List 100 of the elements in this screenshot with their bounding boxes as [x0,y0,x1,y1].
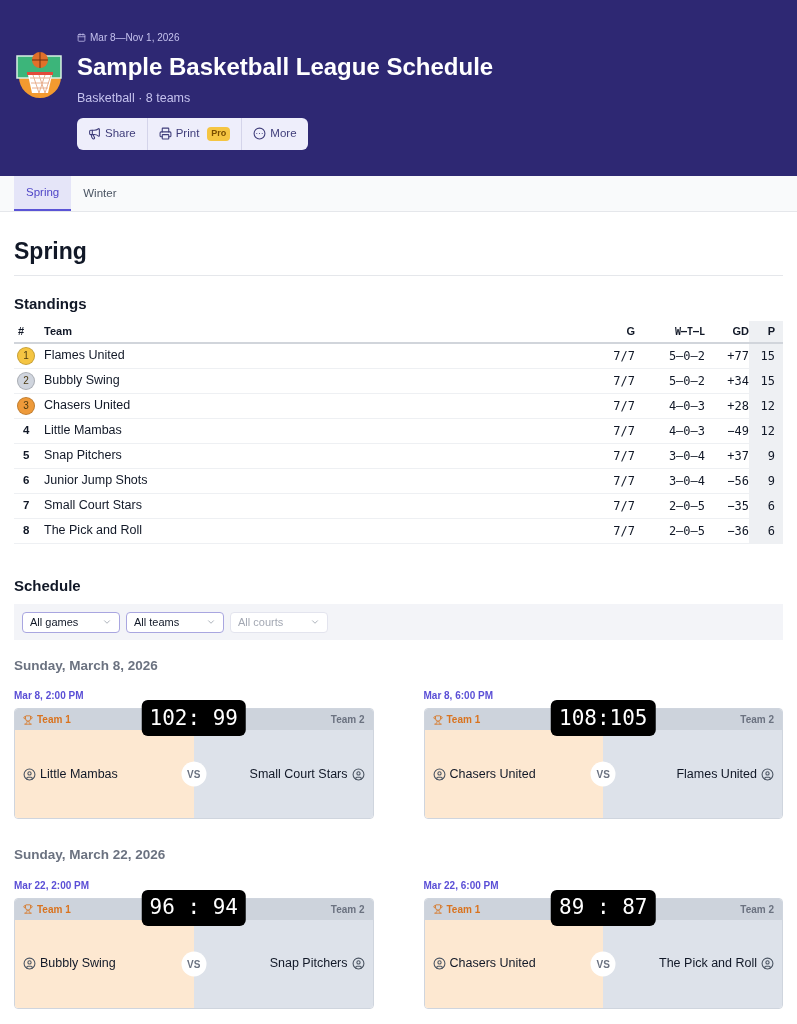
score: 96 : 94 [141,889,246,926]
table-cell: 7/7 [595,493,635,518]
column-header: G [595,321,635,343]
season-heading: Spring [14,234,783,276]
column-header: P [749,321,783,343]
trophy-icon [23,714,33,725]
team-label: Team 1 [432,901,481,917]
points-cell: 12 [749,393,783,418]
megaphone-icon [88,127,101,141]
table-cell: +28 [705,393,749,418]
rank-medal: 3 [17,396,35,415]
table-cell: −56 [705,468,749,493]
page-title: Sample Basketball League Schedule [77,52,494,82]
action-button[interactable]: More [242,117,308,150]
table-cell: 3–0–4 [635,468,705,493]
rank-medal: 2 [17,371,35,390]
team-name: Chasers United [44,393,595,418]
trophy-icon [23,904,33,914]
team-name: Little Mambas [40,765,118,783]
trophy-icon [432,904,443,914]
date-heading: Sunday, March 8, 2026 [14,657,159,675]
team-label: Team 1 [23,712,71,728]
score: 108:105 [551,700,656,737]
team-label: Team 1 [23,901,71,917]
user-icon [351,957,365,970]
user-icon [761,767,774,781]
rank: 6 [22,474,30,487]
team-name: Snap Pitchers [269,955,348,973]
user-icon [23,767,36,781]
score: 89 : 87 [551,889,656,926]
chevron-down-icon [206,617,216,627]
table-cell: 2–0–5 [635,518,705,543]
subtitle: Basketball · 8 teams [77,90,192,107]
team-label: Team 1 [432,712,481,728]
date-range: Mar 8—Nov 1, 2026 [77,30,494,45]
game-time: Mar 8, 2:00 PM [14,689,85,704]
table-cell: 7/7 [595,443,635,468]
table-cell: 7/7 [595,368,635,393]
filter-dropdown[interactable]: All teams [126,611,224,633]
rank: 7 [22,499,30,512]
table-cell: 5–0–2 [635,343,705,368]
user-icon [23,957,36,970]
team-name: Flames United [44,343,595,368]
team-label: Team 2 [740,902,774,917]
team-name: Chasers United [449,955,536,973]
rank-medal: 1 [17,346,35,365]
column-header: GD [705,321,749,343]
points-cell: 15 [749,368,783,393]
date-heading: Sunday, March 22, 2026 [14,846,167,865]
team-name: Snap Pitchers [44,443,595,468]
filter-dropdown[interactable]: All games [22,611,120,633]
rank: 8 [22,524,30,537]
table-cell: 7/7 [595,468,635,493]
table-cell: +34 [705,368,749,393]
points-cell: 15 [749,343,783,368]
tab[interactable]: Spring [14,176,72,211]
section-heading: Schedule [14,575,82,596]
team-name: The Pick and Roll [44,518,595,543]
team-name: Junior Jump Shots [44,468,595,493]
chevron-down-icon [310,617,320,627]
table-cell: 7/7 [595,343,635,368]
pro-badge: Pro [207,127,231,141]
game-time: Mar 22, 2:00 PM [14,878,91,893]
points-cell: 6 [749,518,783,543]
points-cell: 12 [749,418,783,443]
chevron-down-icon [102,617,112,627]
user-icon [432,957,446,970]
table-cell: +77 [705,343,749,368]
action-button[interactable]: Print Pro [147,117,243,150]
team-label: Team 2 [330,713,365,728]
points-cell: 6 [749,493,783,518]
table-cell: 7/7 [595,518,635,543]
team-name: Small Court Stars [44,493,595,518]
table-cell: −49 [705,418,749,443]
table-cell: 4–0–3 [635,418,705,443]
game-time: Mar 8, 6:00 PM [423,689,494,704]
team-name: Little Mambas [44,418,595,443]
team-name: Bubbly Swing [40,955,116,973]
table-cell: −36 [705,518,749,543]
action-button[interactable]: Share [77,117,148,150]
table-cell: 5–0–2 [635,368,705,393]
team-name: Bubbly Swing [44,368,595,393]
column-header: W–T–L [635,321,705,343]
team-name: Flames United [676,765,757,783]
more-icon [253,127,267,141]
calendar-icon [77,33,86,42]
score: 102: 99 [141,700,246,737]
table-cell: −35 [705,493,749,518]
table-cell: 4–0–3 [635,393,705,418]
user-icon [351,767,365,781]
tab[interactable]: Winter [71,176,129,211]
column-header: Team [44,321,595,343]
table-cell: 7/7 [595,393,635,418]
team-name: Small Court Stars [249,765,348,783]
team-label: Team 2 [740,713,774,728]
table-cell: 7/7 [595,418,635,443]
table-cell: +37 [705,443,749,468]
rank: 4 [22,424,30,437]
points-cell: 9 [749,468,783,493]
points-cell: 9 [749,443,783,468]
